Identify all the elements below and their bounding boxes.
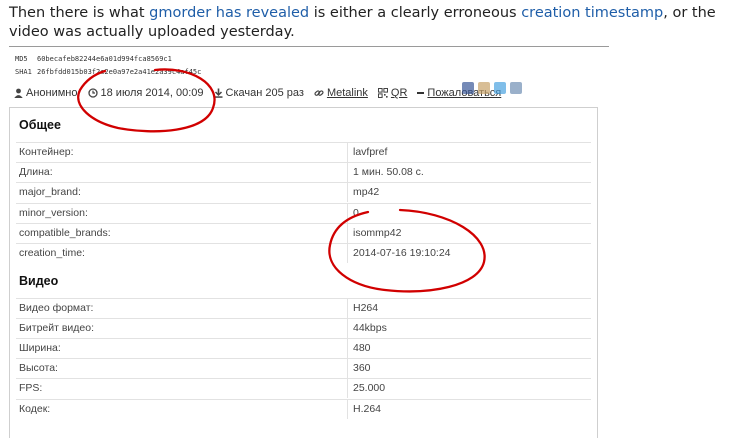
table-row: Контейнер: lavfpref bbox=[16, 142, 591, 162]
link-icon bbox=[314, 88, 324, 98]
row-label: Кодек: bbox=[19, 403, 51, 415]
table-row: creation_time: 2014-07-16 19:10:24 bbox=[16, 243, 591, 263]
divider bbox=[9, 46, 609, 47]
table-row: Битрейт видео: 44kbps bbox=[16, 318, 591, 338]
twitter-icon[interactable] bbox=[494, 82, 506, 94]
row-label: Высота: bbox=[19, 362, 58, 374]
qr-label: QR bbox=[390, 87, 408, 99]
row-label: Ширина: bbox=[19, 342, 61, 354]
row-value: mp42 bbox=[353, 186, 380, 198]
table-row: major_brand: mp42 bbox=[16, 182, 591, 202]
row-label: major_brand: bbox=[19, 186, 81, 198]
row-value: 44kbps bbox=[353, 322, 387, 334]
row-value: isommp42 bbox=[353, 227, 402, 239]
row-label: Видео формат: bbox=[19, 302, 94, 314]
gmorder-link[interactable]: gmorder has revealed bbox=[149, 5, 309, 21]
row-value: H264 bbox=[353, 302, 379, 314]
sha1-label: SHA1 bbox=[15, 68, 32, 76]
blogger-icon[interactable] bbox=[510, 82, 522, 94]
creation-timestamp-link[interactable]: creation timestamp bbox=[521, 5, 663, 21]
row-value: 480 bbox=[353, 342, 371, 354]
intro-text-1: Then there is what bbox=[9, 5, 150, 21]
table-row: compatible_brands: isommp42 bbox=[16, 223, 591, 243]
intro-text-2: is either a clearly erroneous bbox=[309, 5, 522, 21]
table-row: Кодек: H.264 bbox=[16, 399, 591, 419]
facebook-icon[interactable] bbox=[462, 82, 474, 94]
row-value: H.264 bbox=[353, 403, 382, 415]
metalink-button[interactable]: Metalink bbox=[314, 87, 368, 99]
metalink-label: Metalink bbox=[326, 87, 368, 99]
table-row: minor_version: 0 bbox=[16, 203, 591, 223]
row-label: creation_time: bbox=[19, 247, 85, 259]
md5-line: MD5 60becafeb82244e6a01d994fca8569c1 bbox=[15, 55, 172, 63]
upload-date-text: 18 июля 2014, 00:09 bbox=[100, 87, 204, 99]
row-value: lavfpref bbox=[353, 146, 388, 158]
row-value: 0 bbox=[353, 207, 359, 219]
social-share-bar bbox=[462, 82, 526, 94]
row-label: Длина: bbox=[19, 166, 53, 178]
row-label: FPS: bbox=[19, 382, 43, 394]
row-label: minor_version: bbox=[19, 207, 88, 219]
download-icon bbox=[214, 88, 223, 98]
row-value: 25.000 bbox=[353, 382, 386, 394]
sha1-value: 26fbfdd015b03f2e2e0a97e2a41e2a39c4af45c bbox=[37, 68, 202, 76]
row-label: Битрейт видео: bbox=[19, 322, 95, 334]
table-row: Ширина: 480 bbox=[16, 338, 591, 358]
file-meta-bar: Анонимно 18 июля 2014, 00:09 Скачан 205 … bbox=[14, 86, 511, 100]
row-label: Контейнер: bbox=[19, 146, 74, 158]
table-row: Длина: 1 мин. 50.08 с. bbox=[16, 162, 591, 182]
uploader-name: Анонимно bbox=[26, 87, 78, 99]
vkontakte-icon[interactable] bbox=[478, 82, 490, 94]
dash-icon bbox=[417, 92, 425, 94]
row-value: 2014-07-16 19:10:24 bbox=[353, 247, 451, 259]
download-count: Скачан 205 раз bbox=[214, 87, 304, 99]
download-count-text: Скачан 205 раз bbox=[225, 87, 304, 99]
section-general-title: Общее bbox=[19, 118, 61, 132]
table-row: FPS: 25.000 bbox=[16, 378, 591, 398]
upload-date: 18 июля 2014, 00:09 bbox=[87, 87, 204, 99]
uploader: Анонимно bbox=[14, 87, 78, 99]
row-value: 360 bbox=[353, 362, 371, 374]
intro-paragraph: Then there is what gmorder has revealed … bbox=[9, 4, 729, 42]
md5-label: MD5 bbox=[15, 55, 28, 63]
row-value: 1 мин. 50.08 с. bbox=[353, 166, 424, 178]
section-video-title: Видео bbox=[19, 274, 59, 288]
table-row: Видео формат: H264 bbox=[16, 298, 591, 318]
clock-icon bbox=[87, 88, 98, 98]
user-icon bbox=[14, 88, 23, 98]
sha1-line: SHA1 26fbfdd015b03f2e2e0a97e2a41e2a39c4af… bbox=[15, 68, 201, 76]
media-info-panel: Общее Контейнер: lavfpref Длина: 1 мин. 50… bbox=[9, 107, 598, 438]
qr-icon bbox=[377, 88, 388, 98]
row-label: compatible_brands: bbox=[19, 227, 111, 239]
table-row: Высота: 360 bbox=[16, 358, 591, 378]
md5-value: 60becafeb82244e6a01d994fca8569c1 bbox=[37, 55, 172, 63]
qr-button[interactable]: QR bbox=[377, 87, 408, 99]
